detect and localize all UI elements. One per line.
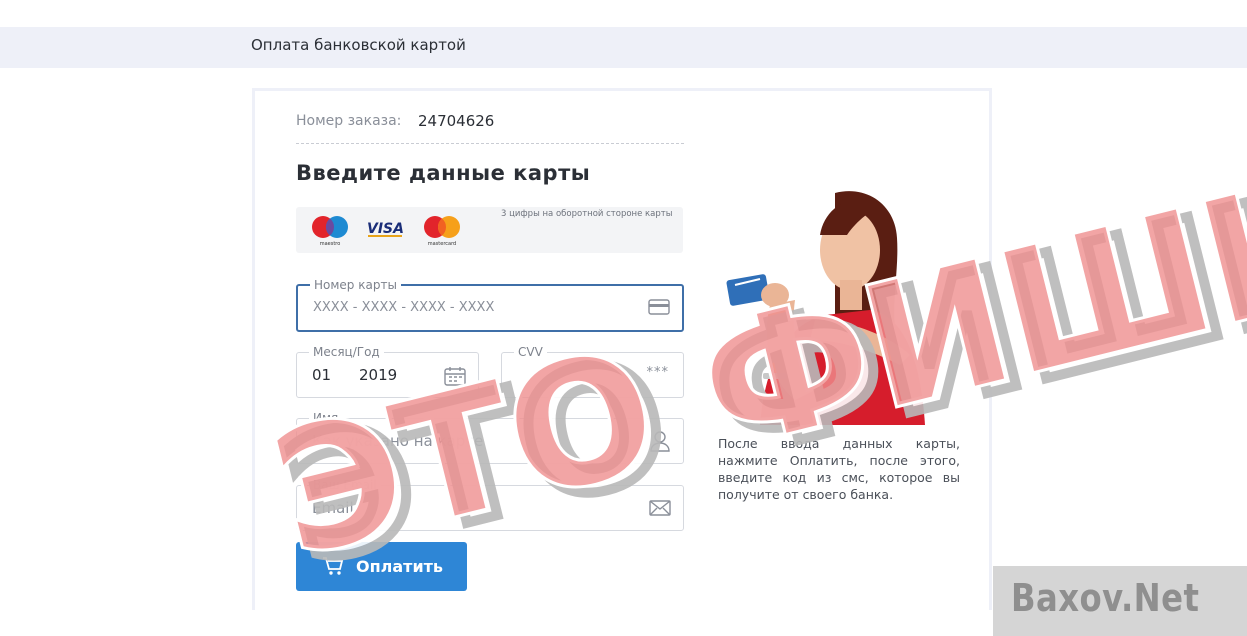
page-title: Оплата банковской картой — [251, 36, 466, 54]
site-watermark-text: Baxov.Net — [1011, 576, 1200, 620]
name-label: Имя — [309, 410, 343, 426]
visa-logo-icon: VISA — [367, 221, 404, 237]
cvv-field[interactable]: CVV *** — [501, 344, 684, 398]
name-placeholder: Как указано на карте — [312, 432, 484, 450]
card-number-field[interactable]: Номер карты XXXX - XXXX - XXXX - XXXX — [296, 277, 684, 332]
order-row: Номер заказа: 24704626 — [296, 112, 684, 144]
site-watermark: Baxov.Net — [993, 566, 1247, 636]
expiry-month[interactable]: 01 — [312, 366, 331, 384]
card-number-label: Номер карты — [310, 277, 401, 293]
cvv-hint: 3 цифры на оборотной стороне карты — [501, 209, 673, 219]
pay-button[interactable]: Оплатить — [296, 542, 467, 591]
card-icon — [648, 299, 670, 315]
user-icon — [650, 431, 670, 452]
calendar-icon — [444, 367, 466, 386]
info-text: После ввода данных карты, нажмите Оплати… — [718, 436, 960, 502]
order-label: Номер заказа: — [296, 113, 402, 129]
cart-icon — [323, 557, 344, 575]
email-label: Ваш Email — [309, 477, 381, 493]
email-field[interactable]: Ваш Email Email — [296, 477, 684, 531]
card-number-placeholder: XXXX - XXXX - XXXX - XXXX — [313, 300, 495, 315]
expiry-label: Месяц/Год — [309, 344, 384, 360]
name-field[interactable]: Имя Как указано на карте — [296, 410, 684, 464]
order-number: 24704626 — [418, 112, 495, 130]
envelope-icon — [649, 500, 671, 516]
woman-with-card-image — [726, 191, 925, 425]
expiry-field[interactable]: Месяц/Год 01 2019 — [296, 344, 479, 398]
maestro-caption: maestro — [320, 241, 341, 246]
cvv-placeholder: *** — [646, 365, 669, 380]
email-placeholder: Email — [312, 499, 354, 517]
pay-button-label: Оплатить — [356, 557, 444, 576]
mastercard-caption: mastercard — [428, 241, 456, 246]
maestro-logo-icon: maestro — [312, 216, 348, 246]
form-title: Введите данные карты — [296, 161, 591, 185]
mastercard-logo-icon: mastercard — [424, 216, 460, 246]
header-bar: Оплата банковской картой — [0, 27, 1247, 68]
cvv-label: CVV — [514, 344, 547, 360]
visa-caption: VISA — [367, 221, 404, 237]
expiry-year[interactable]: 2019 — [359, 366, 397, 384]
